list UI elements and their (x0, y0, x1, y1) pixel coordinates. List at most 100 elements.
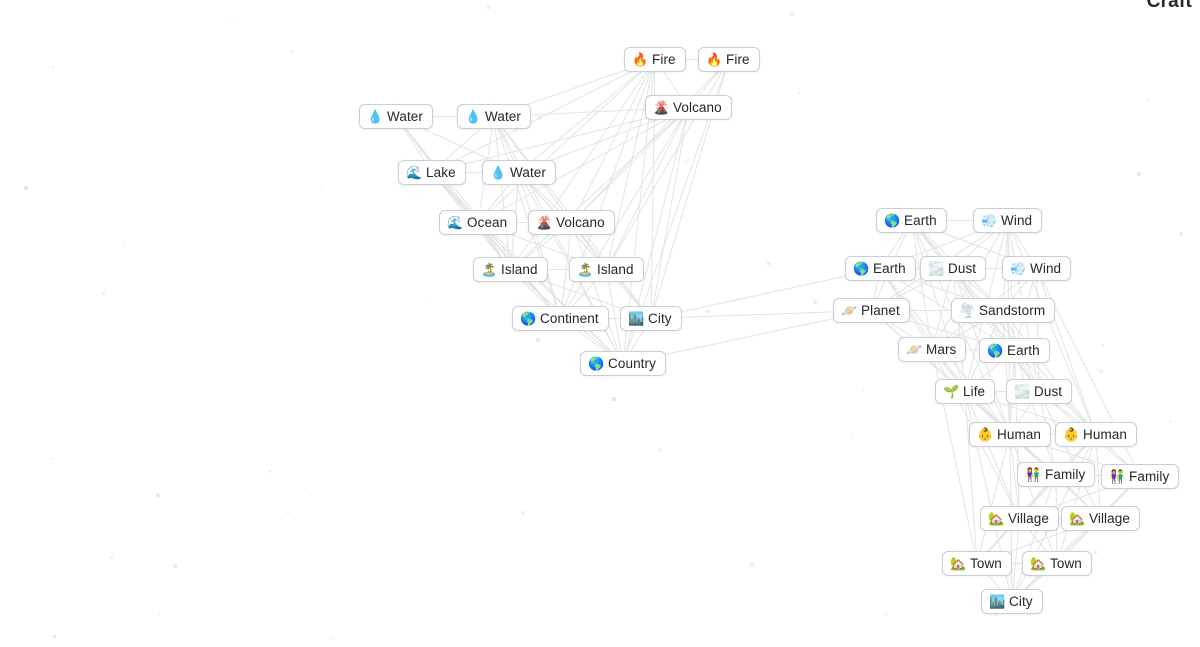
element-node-label: Water (510, 165, 547, 180)
human-icon: 👶 (977, 427, 994, 442)
element-node-ocean1[interactable]: 🌊 Ocean (439, 210, 518, 235)
element-node-label: Life (963, 384, 986, 399)
element-node-label: Village (1089, 511, 1130, 526)
element-node-label: Ocean (467, 215, 508, 230)
family-icon: 👫 (1109, 469, 1126, 484)
element-node-label: Island (597, 262, 634, 277)
planet-icon: 🪐 (841, 303, 858, 318)
element-node-label: City (648, 311, 672, 326)
element-node-earth3[interactable]: 🌎 Earth (979, 338, 1050, 363)
element-node-volcano2[interactable]: 🌋 Volcano (528, 210, 615, 235)
earth-icon: 🌎 (884, 213, 901, 228)
element-node-label: Earth (873, 261, 906, 276)
town-icon: 🏡 (950, 556, 967, 571)
town-icon: 🏡 (1030, 556, 1047, 571)
element-node-label: Town (1050, 556, 1082, 571)
element-node-city1[interactable]: 🏙️ City (620, 306, 682, 331)
human-icon: 👶 (1063, 427, 1080, 442)
element-node-island1[interactable]: 🏝️ Island (473, 257, 548, 282)
element-node-continent1[interactable]: 🌎 Continent (512, 306, 609, 331)
element-node-earth2[interactable]: 🌎 Earth (845, 256, 916, 281)
element-node-label: Family (1045, 467, 1086, 482)
element-node-country1[interactable]: 🌎 Country (580, 351, 666, 376)
sandstorm-icon: 🌪️ (959, 303, 976, 318)
element-node-label: City (1009, 594, 1033, 609)
mars-icon: 🪐 (906, 342, 923, 357)
island-icon: 🏝️ (577, 262, 594, 277)
element-node-label: Earth (904, 213, 937, 228)
element-node-earth1[interactable]: 🌎 Earth (876, 208, 947, 233)
element-node-label: Planet (861, 303, 900, 318)
continent-icon: 🌎 (520, 311, 537, 326)
dust-icon: 🌫️ (1014, 384, 1031, 399)
element-node-label: Water (485, 109, 522, 124)
element-node-label: Continent (540, 311, 599, 326)
element-node-label: Village (1008, 511, 1049, 526)
element-node-label: Town (970, 556, 1002, 571)
village-icon: 🏡 (1069, 511, 1086, 526)
element-node-label: Country (608, 356, 656, 371)
element-node-label: Lake (426, 165, 456, 180)
element-node-volcano1[interactable]: 🌋 Volcano (645, 95, 732, 120)
element-node-label: Fire (726, 52, 750, 67)
element-node-sandstorm1[interactable]: 🌪️ Sandstorm (951, 298, 1056, 323)
element-node-family1[interactable]: 👫 Family (1017, 462, 1096, 487)
water-icon: 💧 (367, 109, 384, 124)
element-node-village1[interactable]: 🏡 Village (980, 506, 1059, 531)
water-icon: 💧 (465, 109, 482, 124)
element-node-wind2[interactable]: 💨 Wind (1002, 256, 1072, 281)
element-node-dust1[interactable]: 🌫️ Dust (920, 256, 987, 281)
element-node-family2[interactable]: 👫 Family (1101, 464, 1180, 489)
element-node-lake1[interactable]: 🌊 Lake (398, 160, 466, 185)
element-node-label: Volcano (673, 100, 722, 115)
element-node-dust2[interactable]: 🌫️ Dust (1006, 379, 1073, 404)
element-node-wind1[interactable]: 💨 Wind (973, 208, 1043, 233)
element-node-water1[interactable]: 💧 Water (359, 104, 434, 129)
element-node-label: Human (1083, 427, 1128, 442)
dust-icon: 🌫️ (928, 261, 945, 276)
element-node-life1[interactable]: 🌱 Life (935, 379, 996, 404)
element-node-label: Wind (1001, 213, 1033, 228)
water-icon: 💧 (490, 165, 507, 180)
island-icon: 🏝️ (481, 262, 498, 277)
fire-icon: 🔥 (632, 52, 649, 67)
element-node-water2[interactable]: 💧 Water (457, 104, 532, 129)
element-node-label: Wind (1030, 261, 1062, 276)
element-node-city2[interactable]: 🏙️ City (981, 589, 1043, 614)
earth-icon: 🌎 (987, 343, 1004, 358)
earth-icon: 🌎 (853, 261, 870, 276)
family-icon: 👫 (1025, 467, 1042, 482)
wind-icon: 💨 (981, 213, 998, 228)
element-node-village2[interactable]: 🏡 Village (1061, 506, 1140, 531)
element-node-human1[interactable]: 👶 Human (969, 422, 1052, 447)
lake-icon: 🌊 (406, 165, 423, 180)
wind-icon: 💨 (1010, 261, 1027, 276)
village-icon: 🏡 (988, 511, 1005, 526)
element-node-fire1[interactable]: 🔥 Fire (624, 47, 686, 72)
element-node-label: Earth (1007, 343, 1040, 358)
element-node-label: Dust (948, 261, 977, 276)
app-brand-title: Craft (1146, 0, 1192, 12)
element-node-water3[interactable]: 💧 Water (482, 160, 557, 185)
element-node-label: Dust (1034, 384, 1063, 399)
element-node-label: Water (387, 109, 424, 124)
element-node-mars1[interactable]: 🪐 Mars (898, 337, 967, 362)
element-node-human2[interactable]: 👶 Human (1055, 422, 1138, 447)
element-node-label: Volcano (556, 215, 605, 230)
element-node-town2[interactable]: 🏡 Town (1022, 551, 1092, 576)
ocean-icon: 🌊 (447, 215, 464, 230)
volcano-icon: 🌋 (536, 215, 553, 230)
element-node-island2[interactable]: 🏝️ Island (569, 257, 644, 282)
element-node-label: Fire (652, 52, 676, 67)
element-node-label: Sandstorm (979, 303, 1046, 318)
element-node-town1[interactable]: 🏡 Town (942, 551, 1012, 576)
element-node-label: Mars (926, 342, 957, 357)
element-node-fire2[interactable]: 🔥 Fire (698, 47, 760, 72)
element-node-planet1[interactable]: 🪐 Planet (833, 298, 910, 323)
element-node-label: Island (501, 262, 538, 277)
node-layer[interactable]: 🔥 Fire 🔥 Fire 🌋 Volcano 💧 Water 💧 Water 🌊 Lake 💧 Wate… (0, 0, 1200, 647)
infinite-craft-canvas[interactable]: 🔥 Fire 🔥 Fire 🌋 Volcano 💧 Water 💧 Water 🌊 Lake 💧 Wate… (0, 0, 1200, 647)
city-icon: 🏙️ (989, 594, 1006, 609)
volcano-icon: 🌋 (653, 100, 670, 115)
life-icon: 🌱 (943, 384, 960, 399)
